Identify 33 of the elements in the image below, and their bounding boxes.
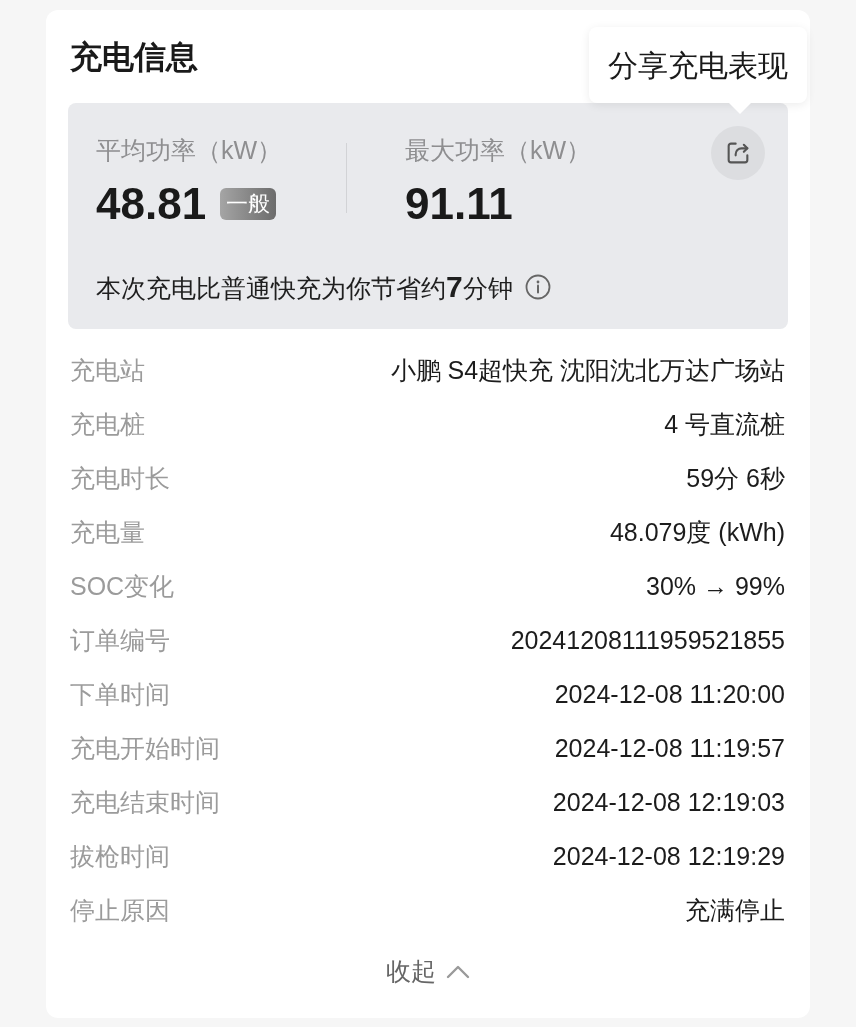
detail-label: 停止原因 (70, 895, 170, 926)
tooltip-pointer (728, 102, 752, 114)
detail-value: 20241208111959521855 (510, 625, 785, 656)
rating-badge: 一般 (220, 188, 277, 220)
detail-label: 充电桩 (70, 409, 145, 440)
detail-label: 充电时长 (70, 463, 170, 494)
detail-label: 充电站 (70, 355, 145, 386)
detail-value: 2024-12-08 12:19:03 (552, 787, 785, 818)
detail-label: 订单编号 (70, 625, 170, 656)
detail-value: 59分 6秒 (686, 463, 785, 494)
metric-label: 最大功率（kW） (405, 135, 592, 166)
card-title: 充电信息 (70, 38, 198, 77)
metric-value: 91.11 (405, 178, 513, 230)
detail-label: 下单时间 (70, 679, 170, 710)
detail-value: 4 号直流桩 (664, 409, 785, 440)
detail-value: 2024-12-08 11:19:57 (554, 733, 785, 764)
detail-label: 充电量 (70, 517, 145, 548)
detail-label: 充电结束时间 (70, 787, 220, 818)
detail-value: 小鹏 S4超快充 沈阳沈北万达广场站 (390, 355, 785, 386)
detail-label: 拔枪时间 (70, 841, 170, 872)
detail-value: 2024-12-08 12:19:29 (552, 841, 785, 872)
share-tooltip: 分享充电表现 (589, 27, 807, 103)
detail-value: 充满停止 (685, 895, 785, 926)
collapse-button[interactable]: 收起 (386, 952, 470, 992)
detail-value: 2024-12-08 11:20:00 (554, 679, 785, 710)
detail-label: 充电开始时间 (70, 733, 220, 764)
info-icon[interactable] (524, 274, 551, 300)
savings-note: 本次充电比普通快充为你节省约7分钟 (96, 270, 513, 304)
detail-label: SOC变化 (70, 571, 175, 602)
detail-value: 30% → 99% (646, 571, 785, 602)
metric-label: 平均功率（kW） (96, 135, 283, 166)
metric-value: 48.81 (96, 178, 207, 230)
detail-value: 48.079度 (kWh) (609, 517, 785, 548)
